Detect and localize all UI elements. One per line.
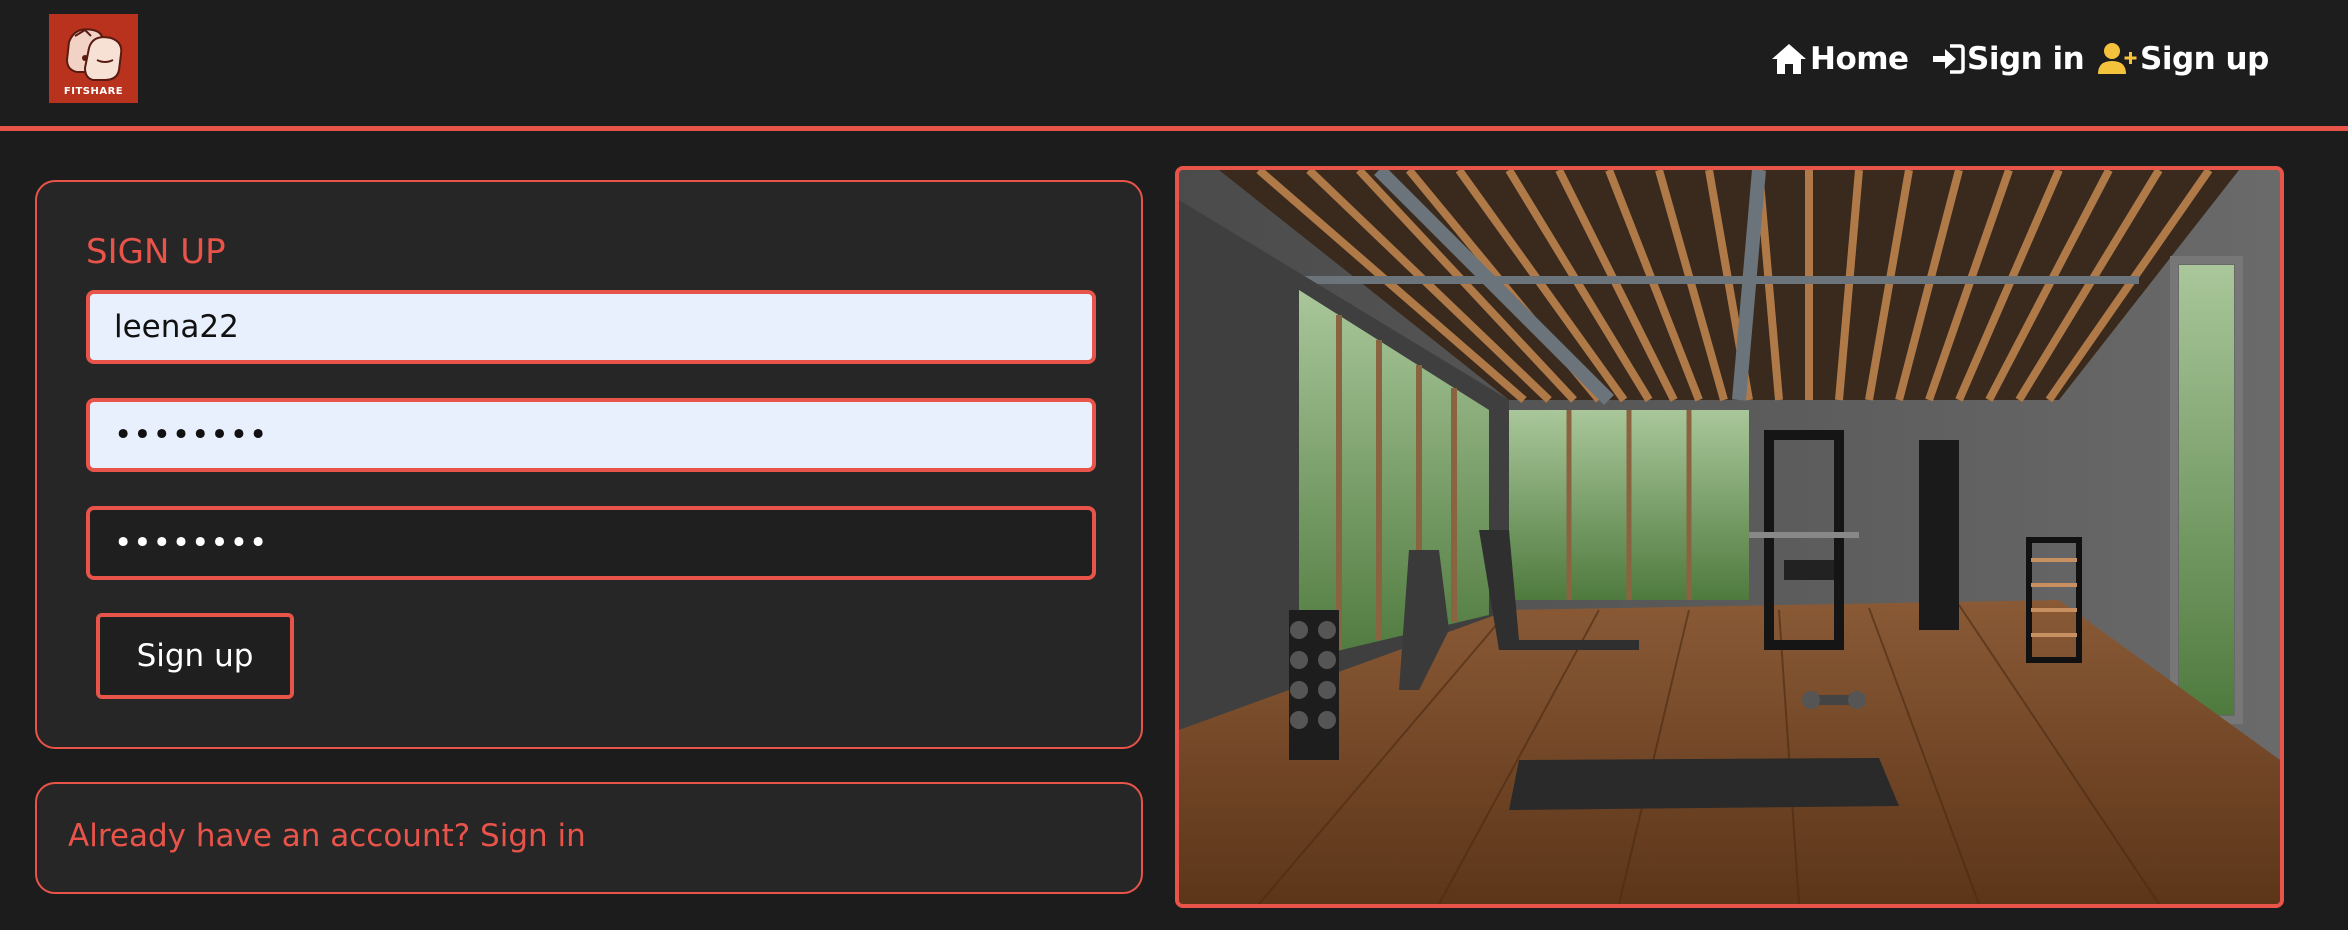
gym-hero-image (1175, 166, 2284, 908)
username-field[interactable] (86, 290, 1096, 364)
signin-prompt-card: Already have an account? Sign in (35, 782, 1143, 894)
signup-button[interactable]: Sign up (96, 613, 294, 699)
password-field[interactable] (86, 398, 1096, 472)
nav-home[interactable]: Home (1770, 36, 1909, 82)
signup-title: SIGN UP (86, 232, 226, 272)
top-navbar: FITSHARE Home Sign in Sign up (0, 0, 2348, 131)
nav-sign-up-label: Sign up (2140, 41, 2269, 77)
nav-sign-up[interactable]: Sign up (2098, 36, 2269, 82)
user-plus-icon (2098, 43, 2137, 74)
signin-link[interactable]: Already have an account? Sign in (68, 818, 586, 854)
nav-home-label: Home (1810, 41, 1909, 77)
fitshare-logo[interactable]: FITSHARE (49, 14, 138, 103)
signup-card: SIGN UP Sign up (35, 180, 1143, 749)
confirm-password-field[interactable] (86, 506, 1096, 580)
home-icon (1772, 44, 1806, 74)
gym-illustration (1179, 170, 2280, 904)
logo-text: FITSHARE (63, 86, 124, 97)
nav-sign-in[interactable]: Sign in (1931, 36, 2085, 82)
nav-sign-in-label: Sign in (1967, 41, 2085, 77)
sign-in-icon (1933, 44, 1965, 74)
